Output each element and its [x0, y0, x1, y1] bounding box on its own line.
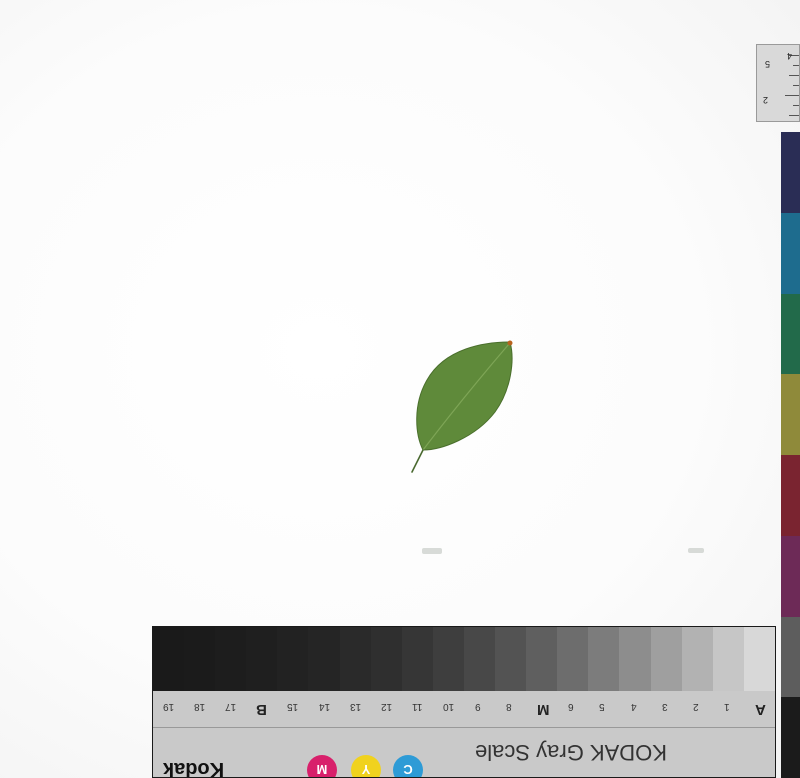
ruler-tick — [793, 85, 799, 86]
gray-step-row — [153, 627, 775, 691]
step-label: 11 — [412, 701, 423, 712]
gray-step — [432, 627, 464, 691]
color-patch — [781, 374, 800, 455]
color-patch — [781, 455, 800, 536]
ruler-number: 2 — [763, 95, 769, 105]
step-label-row: A 1 2 3 4 5 6 M 8 9 10 11 12 13 14 15 B 17 18 19 — [153, 701, 775, 723]
ruler-tick — [789, 115, 799, 116]
debris-speck — [422, 548, 442, 554]
card-title: KODAK Gray Scale — [475, 740, 667, 765]
color-patch — [781, 132, 800, 213]
leaf-blade — [416, 341, 513, 451]
step-label: 12 — [381, 701, 393, 712]
gray-step — [619, 627, 651, 691]
color-patch — [781, 293, 800, 375]
leaf-specimen — [411, 340, 513, 473]
gray-step — [370, 627, 402, 691]
gray-step — [401, 627, 433, 691]
gray-step — [557, 627, 589, 691]
ruler-tick — [793, 105, 799, 106]
gray-step — [495, 627, 527, 691]
ruler-tick — [793, 65, 799, 66]
step-label: 13 — [349, 701, 361, 712]
gray-step — [743, 627, 775, 691]
step-label: M — [537, 701, 550, 718]
gray-step — [308, 627, 340, 691]
brand-logo: Kodak — [163, 758, 225, 778]
card-divider — [153, 727, 775, 728]
step-label: 4 — [630, 701, 637, 712]
ruler-number: 4 — [787, 51, 793, 61]
color-patch — [781, 535, 800, 617]
gray-step — [339, 627, 371, 691]
step-label: A — [755, 701, 767, 718]
step-label: 5 — [599, 701, 605, 712]
step-label: 9 — [474, 701, 481, 712]
gray-step — [246, 627, 278, 691]
gray-step — [650, 627, 682, 691]
gray-step — [712, 627, 744, 691]
ruler-number: 5 — [765, 59, 771, 69]
step-label: 6 — [568, 701, 574, 712]
gray-step — [184, 627, 216, 691]
color-patch-strip — [781, 132, 800, 778]
color-patch — [781, 212, 800, 294]
gray-scale-card: A 1 2 3 4 5 6 M 8 9 10 11 12 13 14 15 B 17 18 19 KODAK Gray… — [152, 626, 776, 778]
step-label: 17 — [225, 701, 237, 712]
gray-step — [153, 627, 185, 691]
gray-step — [215, 627, 247, 691]
gray-step — [588, 627, 620, 691]
step-label: 1 — [724, 701, 730, 712]
color-patch — [781, 697, 800, 778]
step-label: 14 — [318, 701, 330, 712]
step-label: 15 — [287, 701, 299, 712]
step-label: B — [256, 701, 268, 718]
leaf-petiole — [411, 449, 424, 473]
gray-step — [277, 627, 309, 691]
step-label: 3 — [661, 701, 668, 712]
leaf-tip — [507, 340, 513, 346]
gray-step — [463, 627, 496, 691]
debris-speck — [688, 548, 704, 553]
ruler-fragment: 2 4 5 — [756, 44, 800, 122]
step-label: 18 — [193, 701, 205, 712]
step-label: 10 — [443, 701, 455, 712]
ruler-tick — [785, 95, 799, 96]
gray-step — [681, 627, 713, 691]
yellow-dot: Y — [351, 755, 381, 777]
magenta-dot: M — [307, 755, 337, 777]
ruler-tick — [789, 75, 799, 76]
color-patch — [781, 616, 800, 698]
cyan-dot: C — [393, 755, 423, 777]
step-label: 19 — [162, 701, 174, 712]
step-label: 2 — [693, 701, 699, 712]
gray-step — [526, 627, 558, 691]
step-label: 8 — [505, 701, 512, 712]
